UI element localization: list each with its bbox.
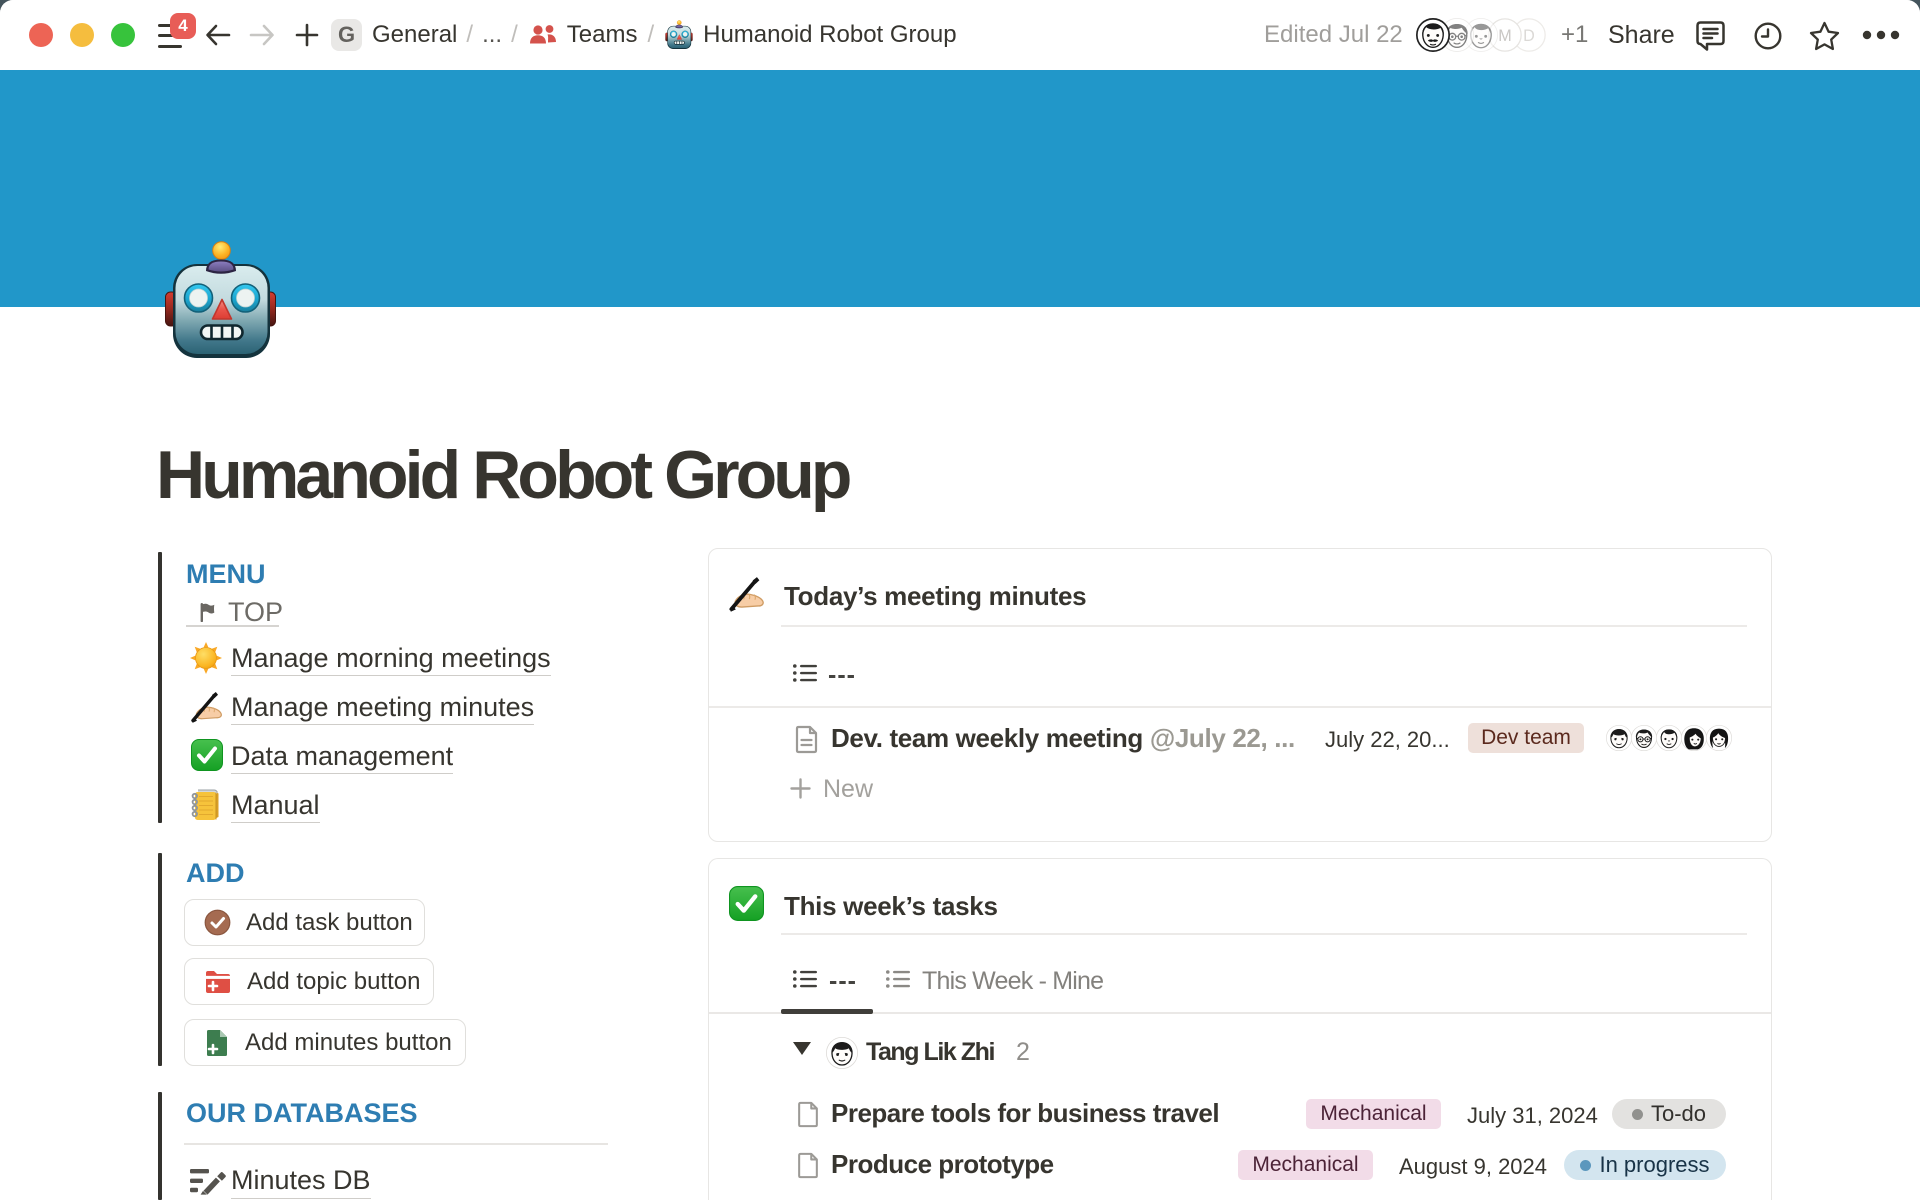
svg-text:D: D	[1523, 27, 1535, 45]
svg-text:M: M	[1498, 27, 1511, 45]
